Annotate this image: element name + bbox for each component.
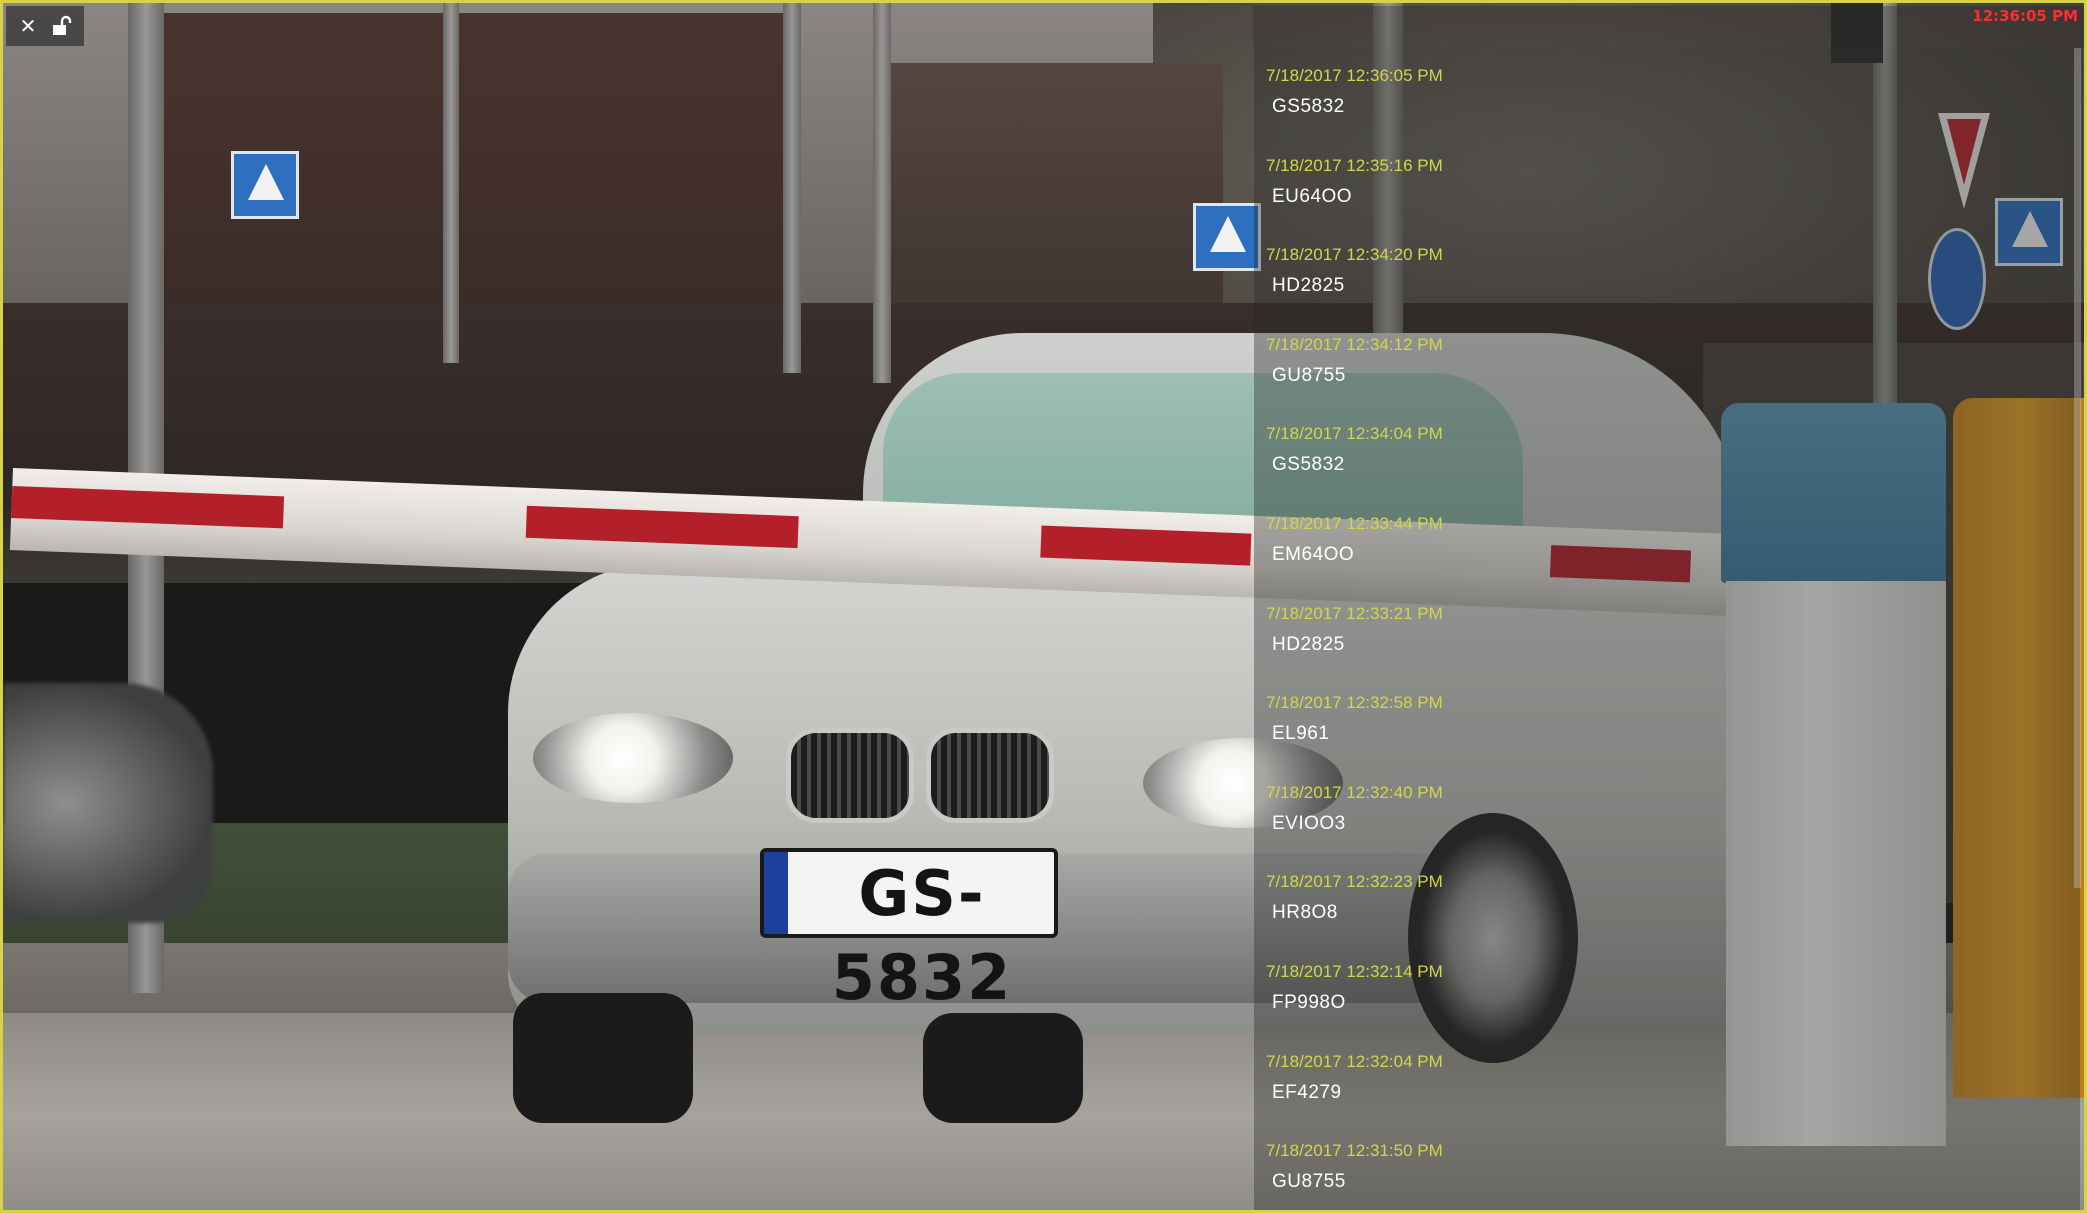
car-tire [513, 993, 693, 1123]
plate-log-entry[interactable]: 7/18/2017 12:32:04 PM EF4279 [1266, 1051, 1443, 1141]
plate-log-entry[interactable]: 7/18/2017 12:34:12 PM GU8755 [1266, 334, 1443, 424]
plate-log-entry[interactable]: 7/18/2017 12:36:05 PM GS5832 [1266, 65, 1443, 155]
plate-log-number: EF4279 [1272, 1081, 1342, 1103]
plate-log-time: 7/18/2017 12:33:44 PM [1266, 513, 1443, 533]
plate-log-time: 7/18/2017 12:31:50 PM [1266, 1141, 1443, 1161]
plate-log-entry[interactable]: 7/18/2017 12:33:44 PM EM64OO [1266, 513, 1443, 603]
plate-log-time: 7/18/2017 12:32:58 PM [1266, 693, 1443, 713]
plate-log-time: 7/18/2017 12:34:12 PM [1266, 334, 1443, 354]
plate-log-time: 7/18/2017 12:32:04 PM [1266, 1051, 1443, 1071]
close-button[interactable]: ✕ [14, 11, 42, 41]
plate-log-entry[interactable]: 7/18/2017 12:32:23 PM HR8O8 [1266, 871, 1443, 961]
car-tire [923, 1013, 1083, 1123]
plate-log-time: 7/18/2017 12:32:40 PM [1266, 782, 1443, 802]
pole [443, 3, 459, 363]
house-background [883, 63, 1223, 323]
unlock-icon [53, 15, 72, 35]
plate-recognition-log[interactable]: 7/18/2017 12:36:05 PM GS5832 7/18/2017 12:… [1254, 48, 2080, 1210]
plate-log-number: GS5832 [1272, 454, 1345, 476]
plate-log-number: FP998O [1272, 991, 1346, 1013]
car-headlight [533, 713, 733, 803]
plate-log-entry[interactable]: 7/18/2017 12:32:14 PM FP998O [1266, 961, 1443, 1051]
plate-list: 7/18/2017 12:36:05 PM GS5832 7/18/2017 12:… [1266, 65, 1443, 1210]
plate-log-entry[interactable]: 7/18/2017 12:34:20 PM HD2825 [1266, 244, 1443, 334]
license-plate: GS-5832 [760, 848, 1058, 1014]
pole [783, 3, 801, 373]
barrier-stripe [1040, 525, 1252, 566]
panel-header-strip [1253, 6, 2084, 48]
camera-timestamp: 12:36:05 PM [1972, 7, 2078, 25]
plate-log-number: EU64OO [1272, 185, 1353, 207]
car-grille [786, 728, 914, 823]
plate-log-entry[interactable]: 7/18/2017 12:34:04 PM GS5832 [1266, 423, 1443, 513]
plate-log-entry[interactable]: 7/18/2017 12:35:16 PM EU64OO [1266, 155, 1443, 245]
plate-log-number: HD2825 [1272, 633, 1345, 655]
plate-log-time: 7/18/2017 12:34:04 PM [1266, 424, 1443, 444]
view-toolbar: ✕ [6, 6, 84, 46]
plate-log-time: 7/18/2017 12:32:23 PM [1266, 872, 1443, 892]
license-plate-text: GS-5832 [831, 857, 1013, 1014]
plate-log-time: 7/18/2017 12:33:21 PM [1266, 603, 1443, 623]
plate-log-time: 7/18/2017 12:32:14 PM [1266, 961, 1443, 981]
passing-car [3, 683, 213, 923]
plate-log-number: HR8O8 [1272, 902, 1338, 924]
plate-log-number: GU8755 [1272, 364, 1346, 386]
plate-log-number: EVIOO3 [1272, 812, 1346, 834]
plate-log-entry[interactable]: 7/18/2017 12:32:40 PM EVIOO3 [1266, 782, 1443, 872]
scrollbar[interactable] [2074, 48, 2081, 888]
plate-log-number: GU8755 [1272, 1171, 1346, 1193]
car-grille [926, 728, 1054, 823]
plate-log-entry[interactable]: 7/18/2017 12:32:58 PM EL961 [1266, 692, 1443, 782]
plate-log-number: EM64OO [1272, 543, 1355, 565]
unlock-button[interactable] [48, 11, 76, 41]
close-icon: ✕ [19, 14, 37, 38]
camera-viewport[interactable]: GS-5832 ✕ 12:36:05 PM 7/18/2017 12:36:05… [0, 0, 2087, 1213]
plate-log-time: 7/18/2017 12:34:20 PM [1266, 245, 1443, 265]
plate-country-strip [764, 852, 788, 934]
barrier-stripe [525, 505, 799, 549]
plate-log-entry[interactable]: 7/18/2017 12:31:50 PM GU8755 [1266, 1140, 1443, 1210]
plate-log-time: 7/18/2017 12:35:16 PM [1266, 155, 1443, 175]
plate-log-number: HD2825 [1272, 275, 1345, 297]
plate-log-number: EL961 [1272, 723, 1330, 745]
pole [873, 3, 891, 383]
pedestrian-crossing-sign [231, 151, 299, 219]
plate-log-number: GS5832 [1272, 96, 1345, 117]
pedestrian-crossing-sign [1193, 203, 1261, 271]
plate-log-entry[interactable]: 7/18/2017 12:33:21 PM HD2825 [1266, 603, 1443, 693]
plate-log-time: 7/18/2017 12:36:05 PM [1266, 66, 1443, 85]
barrier-stripe [11, 485, 285, 529]
